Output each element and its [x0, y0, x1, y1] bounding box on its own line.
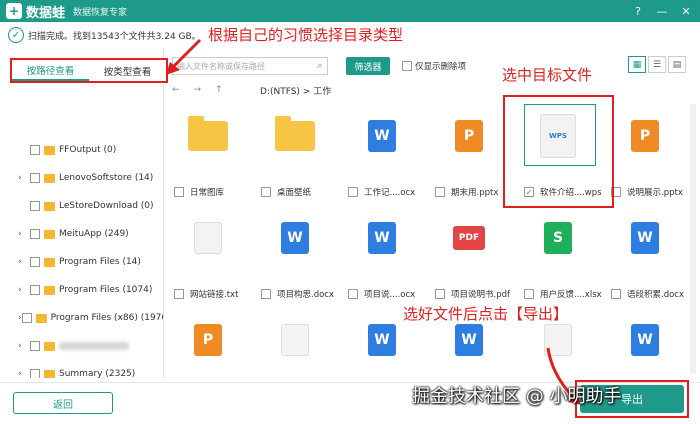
annotation-arrows [166, 38, 582, 405]
watermark: 掘金技术社区 @ 小明助手 [412, 386, 622, 407]
